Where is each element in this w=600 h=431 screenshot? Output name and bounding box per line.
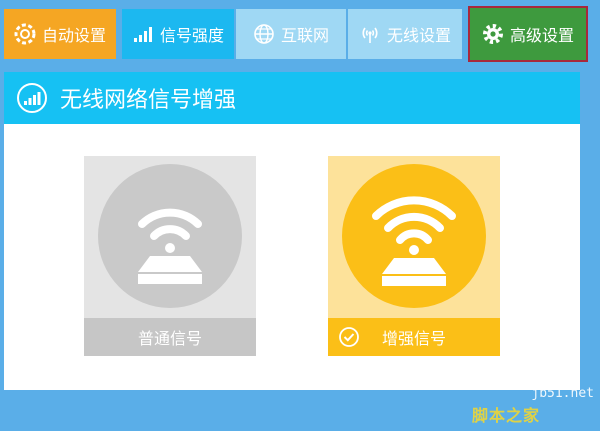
wifi-router-icon xyxy=(342,164,486,308)
tab-label: 自动设置 xyxy=(41,26,106,45)
gear-icon xyxy=(482,23,504,45)
signal-panel: 无线网络信号增强 普通信号 增强信号 xyxy=(4,72,580,390)
option-label-text: 增强信号 xyxy=(381,329,446,348)
antenna-icon xyxy=(359,23,381,45)
tab-wireless-settings[interactable]: 无线设置 xyxy=(348,9,462,59)
tab-advanced-settings[interactable]: 高级设置 xyxy=(468,6,588,62)
panel-header: 无线网络信号增强 xyxy=(4,72,580,124)
signal-bars-icon xyxy=(132,23,154,45)
gear-refresh-icon xyxy=(14,23,36,45)
watermark-site: jb51.net xyxy=(531,386,594,401)
tab-internet[interactable]: 互联网 xyxy=(236,9,346,59)
check-circle-icon xyxy=(338,326,360,352)
panel-title: 无线网络信号增强 xyxy=(60,88,237,113)
tab-label: 信号强度 xyxy=(159,26,224,45)
watermark-brand: 脚本之家 xyxy=(472,406,541,425)
option-label: 增强信号 xyxy=(328,318,500,356)
tab-label: 互联网 xyxy=(280,26,329,45)
top-nav: 自动设置 信号强度 互联网 无线设置 高级设置 xyxy=(0,0,600,66)
tab-auto-settings[interactable]: 自动设置 xyxy=(4,9,116,59)
signal-bars-circle-icon xyxy=(16,82,48,114)
tab-signal-strength[interactable]: 信号强度 xyxy=(122,9,234,59)
tab-label: 高级设置 xyxy=(509,26,574,45)
normal-signal-option[interactable]: 普通信号 xyxy=(84,156,256,356)
boost-signal-option[interactable]: 增强信号 xyxy=(328,156,500,356)
option-label: 普通信号 xyxy=(84,318,256,356)
wifi-router-icon xyxy=(98,164,242,308)
globe-icon xyxy=(253,23,275,45)
tab-label: 无线设置 xyxy=(386,26,451,45)
